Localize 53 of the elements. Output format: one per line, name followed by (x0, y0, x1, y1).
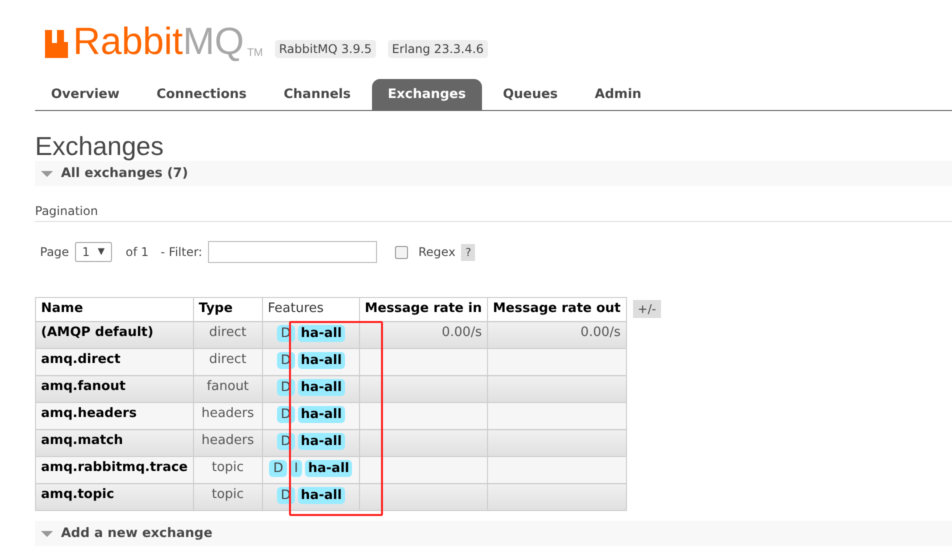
policy-tag: ha-all (298, 325, 345, 342)
policy-tag: ha-all (298, 433, 345, 450)
regex-checkbox[interactable] (395, 246, 408, 258)
rabbitmq-logo: RabbitMQ TM (45, 24, 263, 60)
table-cell: direct (193, 322, 262, 348)
column-header: Features (262, 298, 360, 322)
columns-toggle[interactable]: +/- (632, 300, 662, 318)
policy-tag: ha-all (305, 460, 352, 477)
table-cell: direct (193, 348, 262, 376)
table-cell: topic (193, 456, 262, 484)
feature-tag: D (269, 460, 288, 477)
column-header: Name (36, 298, 194, 322)
policy-tag: ha-all (298, 352, 345, 369)
nav-tab[interactable]: Connections (140, 79, 263, 110)
table-cell: headers (193, 402, 262, 430)
version-badge: Erlang 23.3.4.6 (388, 40, 488, 58)
policy-tag: ha-all (298, 487, 345, 504)
table-cell: headers (193, 430, 262, 456)
nav-tab[interactable]: Exchanges (372, 79, 482, 110)
nav-tab[interactable]: Overview (35, 79, 136, 110)
page-select[interactable]: 1 ▼ (75, 242, 112, 262)
table-cell: topic (193, 484, 262, 510)
policy-tag: ha-all (298, 406, 345, 423)
section-title[interactable]: All exchanges (7) (61, 166, 188, 181)
feature-tag: I (290, 460, 302, 477)
table-cell: amq.rabbitmq.trace (36, 456, 194, 484)
section-label: Pagination (35, 204, 952, 222)
collapse-icon[interactable] (41, 530, 53, 536)
section-title[interactable]: Add a new exchange (61, 526, 212, 541)
nav-tab[interactable]: Admin (578, 79, 658, 110)
version-badge: RabbitMQ 3.9.5 (274, 40, 376, 58)
collapse-icon[interactable] (41, 170, 53, 176)
column-header: Message rate out (487, 298, 626, 322)
table-cell: 0.00/s (359, 322, 488, 348)
table-cell: amq.match (36, 430, 194, 456)
table-cell: amq.headers (36, 402, 194, 430)
table-cell: amq.direct (36, 348, 194, 376)
logo-icon (45, 30, 71, 58)
nav-tab[interactable]: Queues (486, 79, 574, 110)
help-button[interactable]: ? (461, 244, 476, 260)
page-title: Exchanges (35, 131, 165, 161)
table-cell: amq.topic (36, 484, 194, 510)
policy-tag: ha-all (298, 379, 345, 396)
field-label: - Filter: (160, 245, 202, 259)
nav-tab[interactable]: Channels (268, 79, 367, 110)
table-cell: (AMQP default) (36, 322, 194, 348)
field-label: Page (40, 245, 70, 259)
table-cell: amq.fanout (36, 376, 194, 402)
checkbox-label: Regex (418, 245, 456, 259)
filter-field[interactable] (208, 241, 378, 263)
table-cell: 0.00/s (487, 322, 626, 348)
table-cell: fanout (193, 376, 262, 402)
field-label: of 1 (126, 245, 149, 259)
